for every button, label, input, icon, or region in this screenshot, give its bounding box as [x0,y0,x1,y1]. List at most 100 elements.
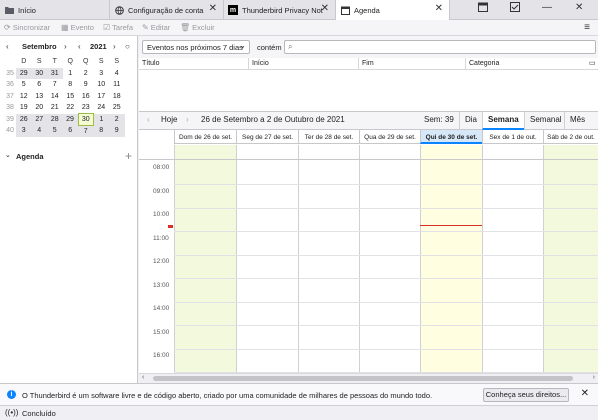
view-tab-multiweek[interactable]: Semanal [524,112,567,130]
close-icon[interactable]: ✕ [581,388,589,399]
next-arrow-icon[interactable]: › [186,115,189,124]
close-icon[interactable]: ✕ [435,3,443,14]
day-column[interactable] [236,160,298,373]
minical-day[interactable]: 8 [63,79,79,91]
minical-day[interactable]: 12 [16,91,32,103]
column-start[interactable]: Início [252,60,269,70]
delete-button[interactable]: 🗑 Excluir [180,23,215,32]
day-header[interactable]: Seg de 27 de set. [236,130,298,144]
scroll-right-icon[interactable]: › [593,374,595,381]
minical-day[interactable]: 3 [94,68,110,80]
minical-day[interactable]: 9 [78,79,94,91]
minical-day-today[interactable]: 30 [77,113,94,126]
day-header-today[interactable]: Qui de 30 de set. [420,130,482,144]
minical-day[interactable]: 4 [31,125,47,137]
next-year-icon[interactable]: › [113,42,116,51]
minical-day[interactable]: 7 [78,125,94,137]
day-header[interactable]: Qua de 29 de set. [359,130,420,144]
edit-button[interactable]: ✎ Editar [142,23,170,32]
minical-month[interactable]: Setembro [22,42,57,51]
view-tab-week[interactable]: Semana [482,112,524,130]
minical-day[interactable]: 16 [78,91,94,103]
minical-day[interactable]: 17 [94,91,110,103]
allday-cell[interactable] [236,145,298,160]
minical-day[interactable]: 26 [16,113,32,125]
day-header[interactable]: Sex de 1 de out. [482,130,543,144]
tab-inicio[interactable]: Início [0,0,110,20]
column-category[interactable]: Categoria [469,60,499,70]
day-header[interactable]: Dom de 26 de set. [174,130,236,144]
minical-day[interactable]: 8 [93,125,109,137]
view-tab-month[interactable]: Mês [564,112,590,130]
minical-day[interactable]: 29 [62,113,78,125]
day-header[interactable]: Sáb de 2 de out. [543,130,598,144]
column-picker-icon[interactable]: ▭ [589,59,596,69]
minical-day[interactable]: 28 [47,113,63,125]
calendar-app-icon[interactable] [478,2,488,15]
minical-day[interactable]: 31 [47,67,63,79]
new-task-button[interactable]: ☑ Tarefa [103,23,133,32]
minical-day[interactable]: 19 [16,102,32,114]
close-icon[interactable]: ✕ [321,3,329,14]
allday-cell[interactable] [543,145,598,160]
day-column-today[interactable] [420,160,482,373]
minical-day[interactable]: 7 [47,79,63,91]
minical-day[interactable]: 15 [63,91,79,103]
tab-configuracao[interactable]: Configuração de conta ✕ [110,0,224,20]
day-header[interactable]: Ter de 28 de set. [298,130,359,144]
new-event-button[interactable]: ▦ Evento [61,23,94,32]
minical-day[interactable]: 1 [93,113,109,125]
minimize-icon[interactable]: — [542,2,552,13]
minical-day[interactable]: 27 [31,113,47,125]
minical-day[interactable]: 10 [94,79,110,91]
view-tab-day[interactable]: Dia [459,112,482,130]
column-end[interactable]: Fim [362,60,374,70]
minical-day[interactable]: 14 [47,91,63,103]
minical-year[interactable]: 2021 [90,42,107,51]
minical-day[interactable]: 18 [109,91,125,103]
day-column[interactable] [482,160,543,373]
minical-day[interactable]: 2 [109,113,125,125]
menu-icon[interactable]: ≡ [584,22,590,33]
events-filter-select[interactable]: Eventos nos próximos 7 dias ⌄ [142,40,250,54]
scrollbar-thumb[interactable] [153,376,573,381]
minical-day[interactable]: 6 [32,79,48,91]
prev-month-icon[interactable]: ‹ [6,42,9,51]
know-your-rights-button[interactable]: Conheça seus direitos... [483,388,569,402]
chevron-down-icon[interactable]: ⌄ [5,151,11,159]
event-list[interactable] [139,70,598,112]
minical-day[interactable]: 4 [109,68,125,80]
day-column[interactable] [174,160,236,373]
tab-privacy[interactable]: m Thunderbird Privacy Not ✕ [224,0,336,20]
minical-day[interactable]: 22 [63,102,79,114]
horizontal-scrollbar[interactable]: ‹ › [139,373,598,383]
agenda-section-header[interactable]: ⌄ Agenda + [0,149,138,164]
minical-day[interactable]: 11 [109,79,125,91]
minical-day[interactable]: 30 [31,67,47,79]
minical-day[interactable]: 25 [109,102,125,114]
sync-button[interactable]: ⟳ Sincronizar [4,23,50,32]
minical-day[interactable]: 1 [63,68,79,80]
allday-cell[interactable] [482,145,543,160]
minical-day[interactable]: 29 [16,67,32,79]
tab-agenda[interactable]: Agenda ✕ [336,0,450,21]
day-column[interactable] [543,160,598,373]
minical-day[interactable]: 13 [32,91,48,103]
minical-day[interactable]: 24 [94,102,110,114]
minical-day[interactable]: 5 [47,125,63,137]
allday-cell[interactable] [420,145,482,160]
minical-day[interactable]: 3 [16,125,32,137]
today-circle-icon[interactable]: ○ [125,42,130,51]
minical-day[interactable]: 23 [78,102,94,114]
allday-cell[interactable] [174,145,236,160]
prev-year-icon[interactable]: ‹ [78,42,81,51]
tasks-app-icon[interactable] [510,2,520,15]
today-button[interactable]: Hoje [161,115,177,124]
minical-day[interactable]: 20 [32,102,48,114]
close-icon[interactable]: ✕ [209,3,217,14]
close-window-icon[interactable]: ✕ [575,2,583,13]
add-calendar-icon[interactable]: + [125,149,132,163]
minical-day[interactable]: 9 [109,125,125,137]
column-title[interactable]: Título [142,60,160,70]
prev-arrow-icon[interactable]: ‹ [147,115,150,124]
